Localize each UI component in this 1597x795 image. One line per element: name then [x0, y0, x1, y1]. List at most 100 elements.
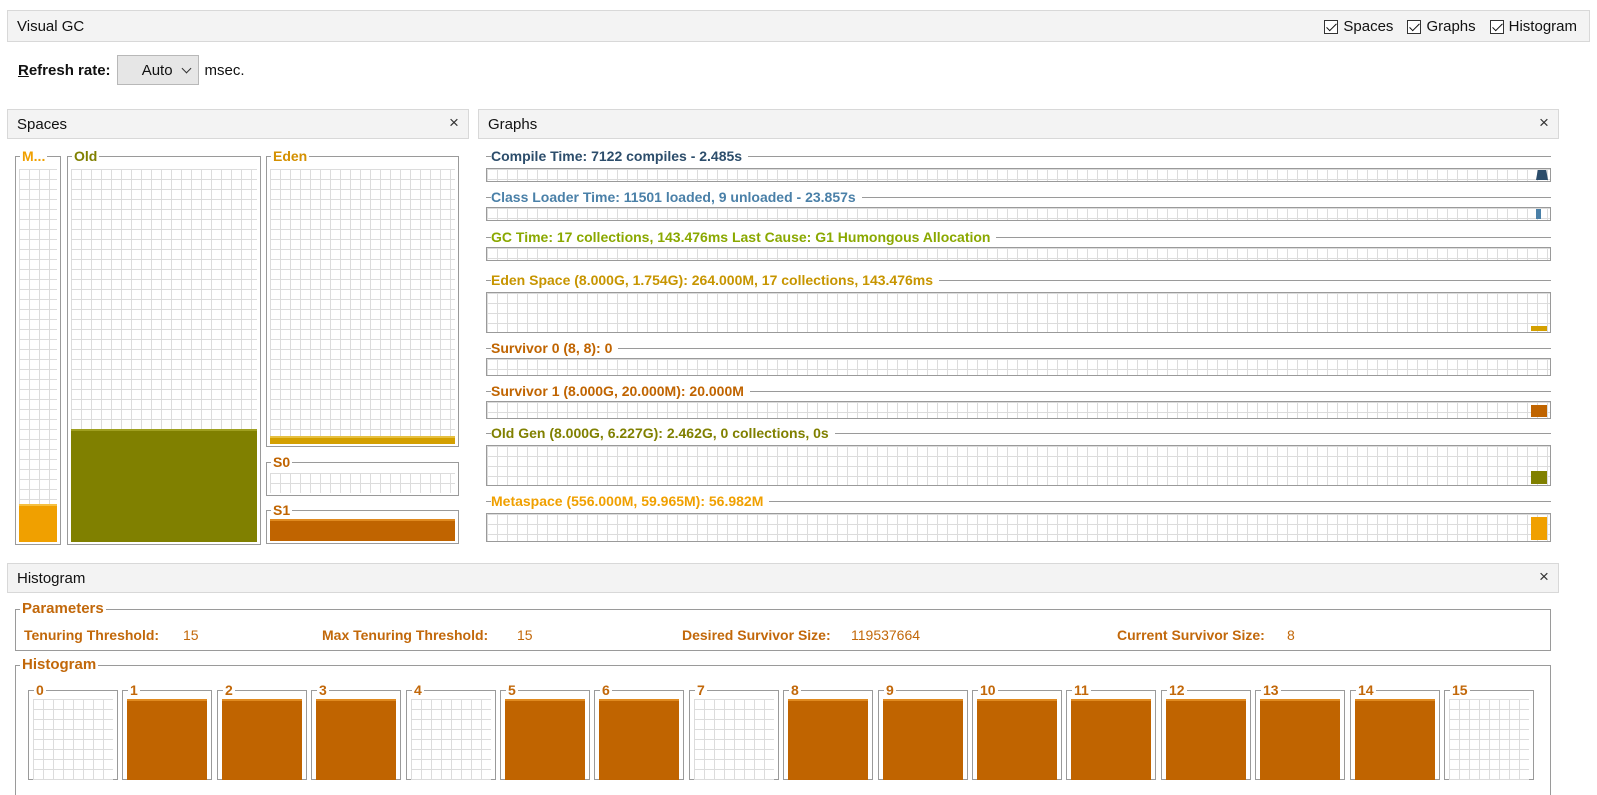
histogram-checkbox[interactable]: Histogram: [1489, 18, 1577, 35]
survivor0-plot: [486, 358, 1551, 376]
histogram-cell-fill: [222, 699, 302, 780]
histogram-cell-2: 2: [217, 682, 307, 780]
old-gen-label: Old Gen (8.000G, 6.227G): 2.462G, 0 coll…: [491, 425, 835, 441]
eden-fill: [270, 436, 455, 444]
survivor1-label: Survivor 1 (8.000G, 20.000M): 20.000M: [491, 383, 750, 399]
visual-gc-title: Visual GC: [17, 18, 85, 35]
histogram-cell-10: 10: [972, 682, 1062, 780]
max-tenuring-threshold-value: 15: [517, 627, 533, 643]
gc-time-label: GC Time: 17 collections, 143.476ms Last …: [491, 229, 997, 245]
histogram-cell-15: 15: [1444, 682, 1534, 780]
histogram-cell-label: 0: [34, 682, 46, 698]
parameters-title: Parameters: [20, 600, 106, 617]
histogram-cell-7: 7: [689, 682, 779, 780]
refresh-rate-mnemonic: R: [18, 61, 29, 79]
eden-space-spike: [1531, 326, 1547, 331]
gc-time-plot: [486, 247, 1551, 261]
histogram-cell-fill: [599, 699, 679, 780]
histogram-cell-label: 8: [789, 682, 801, 698]
histogram-cell-fill: [788, 699, 868, 780]
histogram-cell-label: 14: [1356, 682, 1376, 698]
visual-gc-header: Visual GC Spaces Graphs Histogram: [7, 10, 1590, 42]
histogram-cell-fill: [883, 699, 963, 780]
top-cut-title-strip: [0, 0, 620, 6]
graphs-check-icon[interactable]: [1407, 19, 1422, 34]
histogram-cell-label: 2: [223, 682, 235, 698]
histogram-cell-grid: [694, 699, 774, 780]
histogram-panel-header: Histogram ×: [7, 563, 1559, 593]
histogram-cell-14: 14: [1350, 682, 1440, 780]
refresh-rate-unit: msec.: [204, 61, 245, 79]
histogram-cell-grid: [1449, 699, 1529, 780]
histogram-cell-label: 11: [1072, 682, 1091, 698]
spaces-close-icon[interactable]: ×: [446, 113, 462, 133]
histogram-cell-8: 8: [783, 682, 873, 780]
survivor0-line: [486, 348, 1551, 349]
spaces-checkbox[interactable]: Spaces: [1324, 18, 1393, 35]
histogram-cell-label: 7: [695, 682, 707, 698]
refresh-rate-label: Refresh rate:: [18, 62, 111, 79]
histogram-cell-fill: [1166, 699, 1246, 780]
histogram-cell-1: 1: [122, 682, 212, 780]
current-survivor-size-label: Current Survivor Size:: [1117, 627, 1265, 643]
metaspace-grid: [19, 169, 57, 542]
s1-frame: S1: [266, 502, 459, 544]
histogram-cell-6: 6: [594, 682, 684, 780]
survivor1-plot: [486, 401, 1551, 419]
histogram-cell-label: 9: [884, 682, 896, 698]
old-frame: Old: [67, 148, 261, 545]
histogram-cell-11: 11: [1066, 682, 1156, 780]
histogram-cell-fill: [505, 699, 585, 780]
histogram-cell-4: 4: [406, 682, 496, 780]
graphs-panel-title: Graphs: [488, 116, 538, 133]
histogram-cell-5: 5: [500, 682, 590, 780]
histogram-cell-grid: [33, 699, 113, 780]
histogram-cell-label: 12: [1167, 682, 1187, 698]
histogram-cell-fill: [1260, 699, 1340, 780]
spaces-check-icon[interactable]: [1324, 19, 1339, 34]
histogram-cell-fill: [316, 699, 396, 780]
s1-fill: [270, 519, 455, 541]
graphs-checkbox[interactable]: Graphs: [1407, 18, 1476, 35]
histogram-cell-12: 12: [1161, 682, 1251, 780]
view-toggles: Spaces Graphs Histogram: [1324, 18, 1577, 35]
histogram-checkbox-label: Histogram: [1508, 18, 1577, 35]
tenuring-threshold-value: 15: [183, 627, 199, 643]
metaspace-spike: [1531, 517, 1547, 540]
desired-survivor-size-value: 119537664: [851, 627, 921, 643]
metaspace-frame: M...: [15, 148, 61, 545]
refresh-rate-select[interactable]: Auto: [116, 55, 199, 85]
graphs-close-icon[interactable]: ×: [1536, 113, 1552, 133]
s0-frame: S0: [266, 454, 459, 496]
compile-time-spike: [1536, 170, 1548, 180]
histogram-cell-label: 3: [317, 682, 329, 698]
metaspace-label: M...: [20, 148, 48, 164]
eden-space-label: Eden Space (8.000G, 1.754G): 264.000M, 1…: [491, 272, 940, 288]
histogram-cell-label: 15: [1450, 682, 1470, 698]
histogram-cell-0: 0: [28, 682, 118, 780]
graphs-checkbox-label: Graphs: [1426, 18, 1476, 35]
histogram-cell-label: 4: [412, 682, 424, 698]
class-loader-spike: [1536, 209, 1541, 219]
histogram-close-icon[interactable]: ×: [1536, 567, 1552, 587]
old-fill: [71, 429, 257, 542]
histogram-cell-fill: [1071, 699, 1151, 780]
histogram-cell-label: 1: [128, 682, 140, 698]
histogram-cell-label: 6: [600, 682, 612, 698]
eden-label: Eden: [271, 148, 310, 164]
histogram-cell-9: 9: [878, 682, 968, 780]
histogram-cell-13: 13: [1255, 682, 1345, 780]
metaspace-plot: [486, 513, 1551, 542]
eden-grid: [270, 169, 455, 444]
histogram-check-icon[interactable]: [1489, 19, 1504, 34]
compile-time-label: Compile Time: 7122 compiles - 2.485s: [491, 148, 749, 164]
survivor1-spike: [1531, 405, 1547, 417]
s1-label: S1: [271, 502, 293, 518]
histogram-cell-3: 3: [311, 682, 401, 780]
histogram-cell-grid: [411, 699, 491, 780]
class-loader-plot: [486, 207, 1551, 221]
eden-space-plot: [486, 292, 1551, 333]
metaspace-fill: [19, 504, 57, 542]
spaces-checkbox-label: Spaces: [1343, 18, 1394, 35]
class-loader-label: Class Loader Time: 11501 loaded, 9 unloa…: [491, 189, 862, 205]
